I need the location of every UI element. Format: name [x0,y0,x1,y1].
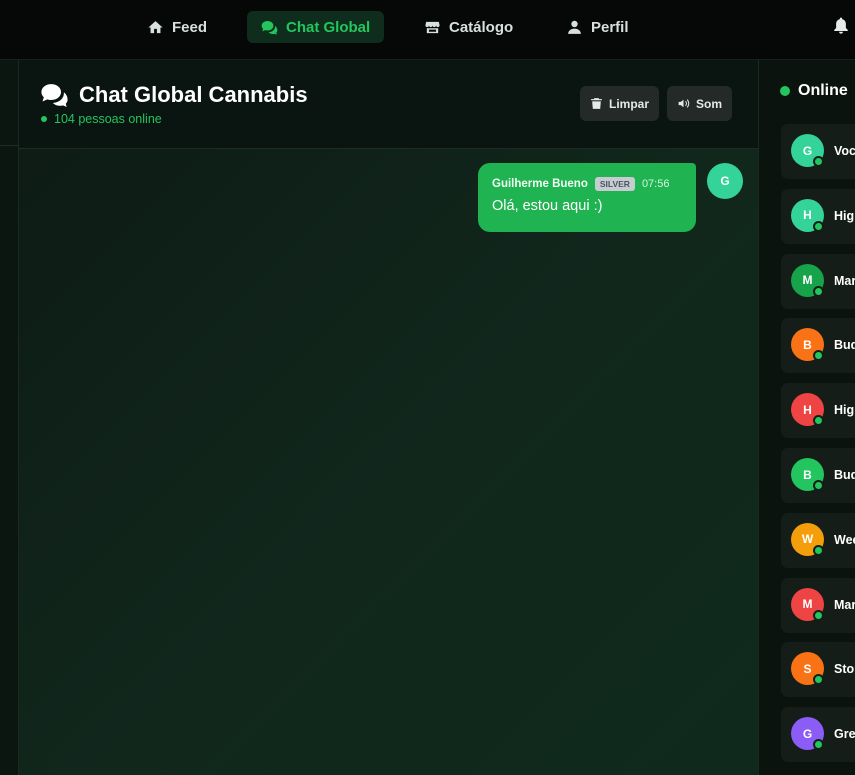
nav-feed-label: Feed [172,18,208,36]
nav-feed[interactable]: Feed [133,11,221,43]
online-user-name: Bud [834,468,855,482]
chat-panel: Chat Global Cannabis 104 pessoas online … [19,60,758,775]
page-title: Chat Global Cannabis [40,82,308,108]
user-icon [568,20,581,34]
online-user-name: Voc [834,144,855,158]
top-nav: Feed Chat Global Catálogo Perfil [0,0,855,60]
online-user-item[interactable]: WWee [781,512,855,568]
rank-badge: SILVER [594,177,635,191]
avatar[interactable]: G [707,163,743,199]
online-user-item[interactable]: B Bud [781,318,855,374]
store-icon [425,21,440,33]
online-count-text: 104 pessoas online [54,112,162,126]
online-status-dot [813,480,824,491]
online-user-name: Bud [834,338,855,353]
online-indicator [780,86,790,96]
sound-button[interactable]: Som [667,86,733,121]
nav-perfil[interactable]: Perfil [552,11,643,43]
clear-button[interactable]: Limpar [580,86,660,121]
message-meta: Guilherme Bueno SILVER 07:56 [492,177,682,191]
online-status-dot [813,285,824,297]
online-user-item[interactable]: SStor [781,642,855,698]
online-status-dot [813,350,824,362]
nav-catalogo[interactable]: Catálogo [410,11,527,43]
chat-message: Guilherme Bueno SILVER 07:56 Olá, estou … [478,163,696,232]
online-user-item[interactable]: M Mar [781,253,855,309]
online-user-name: Mar [834,273,855,288]
chat-header: Chat Global Cannabis 104 pessoas online … [19,60,758,149]
online-status-dot [813,156,824,167]
bell-icon[interactable] [832,16,850,34]
message-author[interactable]: Guilherme Bueno [492,178,588,190]
comments-icon [261,20,278,35]
online-user-name: Gre [834,727,855,742]
nav-chat-global-label: Chat Global [286,18,371,36]
online-user-item[interactable]: HHigh [781,383,855,439]
avatar-initial: G [720,174,730,188]
comments-icon [41,84,68,107]
online-user-name: High [834,208,855,223]
clear-button-label: Limpar [609,96,650,111]
sound-button-label: Som [696,96,723,111]
message-text: Olá, estou aqui :) [492,198,603,214]
online-user-item[interactable]: HHigh [781,188,855,244]
trash-icon [591,98,602,109]
nav-catalogo-label: Catálogo [449,18,514,36]
online-count: 104 pessoas online [41,112,162,126]
online-title-text: Online [798,82,848,99]
online-user-name: High [834,403,855,418]
online-status-dot [813,415,824,427]
online-panel-title: Online [780,82,848,100]
online-status-dot [813,674,824,686]
online-user-item[interactable]: G Gre [781,707,855,763]
online-status-dot [813,544,824,556]
volume-icon [678,99,690,108]
online-status-dot [813,220,824,232]
online-status-dot [813,739,824,751]
online-status-dot [813,609,824,621]
online-user-item[interactable]: B Bud [781,448,855,503]
online-user-item[interactable]: M Mar [781,577,855,633]
nav-perfil-label: Perfil [591,18,629,36]
online-users-panel: Online GVoc HHigh MMar BBud HHigh BBud WWee MMa… [758,60,855,775]
chat-title-text: Chat Global Cannabis [79,82,308,107]
home-icon [148,20,163,33]
left-sidebar-edge [0,60,19,775]
nav-chat-global[interactable]: Chat Global [247,11,385,43]
message-time: 07:56 [641,178,670,190]
online-user-item[interactable]: G Voc [781,124,855,179]
online-user-name: Wee [834,532,855,547]
left-divider [0,145,19,146]
online-user-name: Mar [834,597,855,612]
online-user-name: Stor [834,662,855,677]
online-status-dot [41,116,47,122]
